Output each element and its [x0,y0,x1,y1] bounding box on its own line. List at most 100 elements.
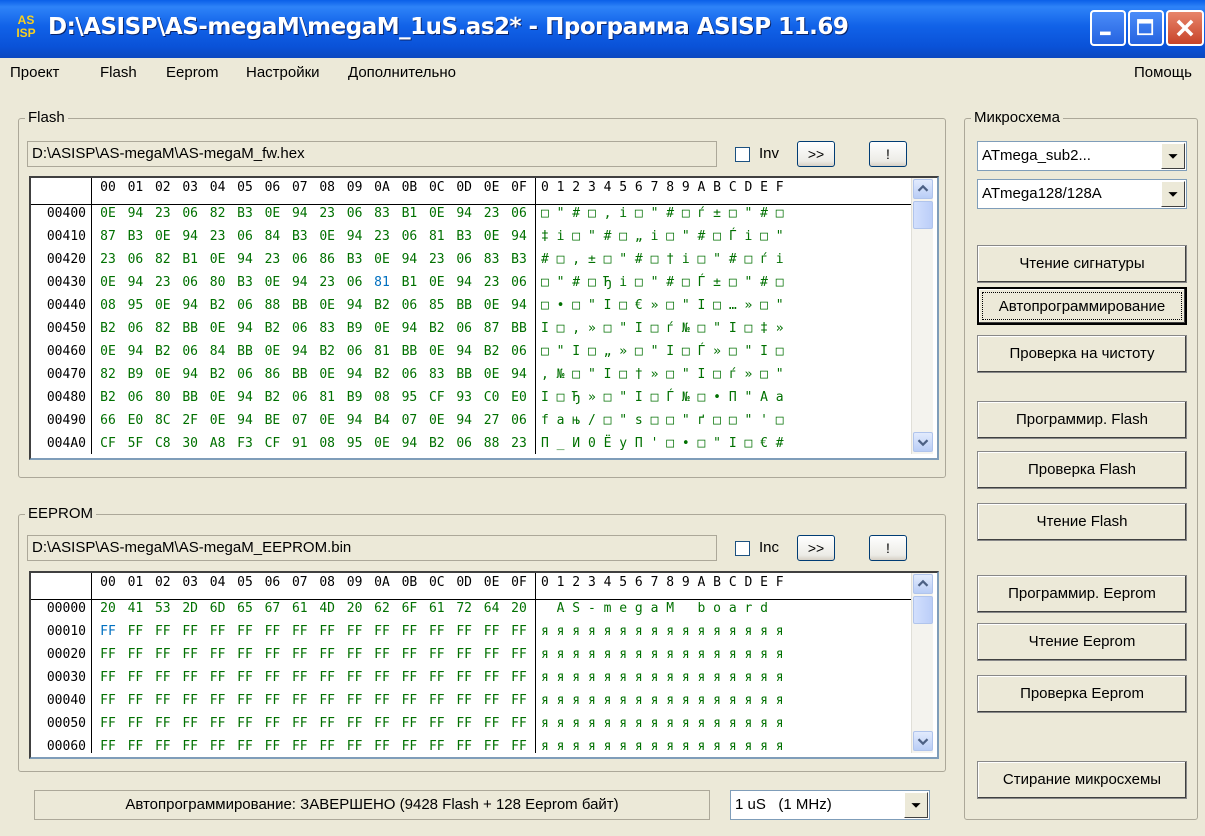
hex-byte[interactable]: 30 [177,436,203,451]
hex-byte[interactable]: FF [314,693,340,708]
hex-byte[interactable]: 94 [506,367,532,382]
hex-byte[interactable]: B2 [95,321,121,336]
hex-byte[interactable]: FF [287,716,313,731]
hex-byte[interactable]: FF [479,693,505,708]
hex-byte[interactable]: B4 [369,413,395,428]
hex-byte[interactable]: 23 [314,206,340,221]
hex-byte[interactable]: F3 [232,436,258,451]
hex-byte[interactable]: 87 [95,229,121,244]
hex-byte[interactable]: FF [177,739,203,754]
hex-byte[interactable]: B2 [369,298,395,313]
hex-byte[interactable]: 23 [150,275,176,290]
hex-byte[interactable]: 0E [95,275,121,290]
hex-byte[interactable]: 0E [205,252,231,267]
hex-byte[interactable]: FF [177,647,203,662]
hex-byte[interactable]: FF [232,647,258,662]
hex-byte[interactable]: 0E [150,298,176,313]
hex-byte[interactable]: CF [259,436,285,451]
hex-byte[interactable]: 23 [424,252,450,267]
speed-dropdown-button[interactable] [904,792,928,818]
hex-byte[interactable]: FF [396,624,422,639]
hex-byte[interactable]: 0E [424,413,450,428]
hex-byte[interactable]: 06 [451,321,477,336]
hex-byte[interactable]: 81 [369,275,395,290]
hex-byte[interactable]: FF [259,739,285,754]
hex-byte[interactable]: B2 [259,390,285,405]
hex-byte[interactable]: 94 [177,298,203,313]
minimize-button[interactable] [1090,10,1126,46]
hex-byte[interactable]: 27 [479,413,505,428]
hex-byte[interactable]: 94 [506,298,532,313]
hex-byte[interactable]: FF [259,624,285,639]
hex-byte[interactable]: 61 [424,601,450,616]
vertical-scrollbar[interactable] [911,178,933,454]
hex-byte[interactable]: FF [342,716,368,731]
flash-excl-button[interactable]: ! [869,141,907,167]
hex-byte[interactable]: 83 [314,321,340,336]
program-flash-button[interactable]: Программир. Flash [977,401,1187,439]
hex-byte[interactable]: B2 [205,367,231,382]
hex-byte[interactable]: 85 [424,298,450,313]
hex-byte[interactable]: FF [177,624,203,639]
hex-byte[interactable]: 94 [287,206,313,221]
hex-byte[interactable]: 88 [259,298,285,313]
hex-byte[interactable]: 0E [95,206,121,221]
hex-byte[interactable]: 81 [314,390,340,405]
hex-byte[interactable]: 23 [506,436,532,451]
hex-byte[interactable]: 82 [150,252,176,267]
hex-byte[interactable]: 94 [342,367,368,382]
verify-flash-button[interactable]: Проверка Flash [977,451,1187,489]
hex-byte[interactable]: FF [122,670,148,685]
hex-byte[interactable]: FF [150,647,176,662]
scroll-up-button[interactable] [913,179,933,199]
hex-byte[interactable]: 62 [369,601,395,616]
hex-byte[interactable]: 86 [259,367,285,382]
hex-byte[interactable]: FF [150,670,176,685]
hex-byte[interactable]: 0E [150,367,176,382]
hex-byte[interactable]: 06 [287,321,313,336]
hex-byte[interactable]: FF [369,739,395,754]
hex-byte[interactable]: FF [150,716,176,731]
hex-byte[interactable]: FF [287,624,313,639]
eeprom-hex-grid[interactable]: 00 01 02 03 04 05 06 07 08 09 0A 0B 0C 0D 0E 0F 0 1 2 3 … [29,571,939,759]
hex-byte[interactable]: 0E [150,229,176,244]
hex-byte[interactable]: 06 [122,390,148,405]
hex-byte[interactable]: B2 [369,367,395,382]
hex-byte[interactable]: FF [259,693,285,708]
hex-byte[interactable]: 88 [479,436,505,451]
hex-byte[interactable]: BB [451,298,477,313]
hex-byte[interactable]: FF [150,739,176,754]
read-eeprom-button[interactable]: Чтение Eeprom [977,623,1187,661]
hex-byte[interactable]: FF [369,624,395,639]
hex-byte[interactable]: B2 [150,344,176,359]
hex-byte[interactable]: 0E [259,344,285,359]
verify-eeprom-button[interactable]: Проверка Eeprom [977,675,1187,713]
hex-byte[interactable]: 06 [232,229,258,244]
hex-byte[interactable]: BB [451,367,477,382]
hex-byte[interactable]: FF [122,647,148,662]
hex-byte[interactable]: B3 [506,252,532,267]
hex-byte[interactable]: 84 [205,344,231,359]
hex-byte[interactable]: 08 [95,298,121,313]
hex-byte[interactable]: FF [424,670,450,685]
hex-byte[interactable]: 0E [369,321,395,336]
hex-byte[interactable]: 0E [314,229,340,244]
hex-byte[interactable]: 82 [205,206,231,221]
hex-byte[interactable]: FF [314,739,340,754]
hex-byte[interactable]: 23 [259,252,285,267]
hex-byte[interactable]: FF [342,670,368,685]
hex-byte[interactable]: FF [177,670,203,685]
hex-byte[interactable]: FF [396,739,422,754]
hex-byte[interactable]: 06 [122,252,148,267]
hex-byte[interactable]: B9 [342,390,368,405]
hex-byte[interactable]: FF [369,670,395,685]
hex-byte[interactable]: FF [506,693,532,708]
hex-byte[interactable]: FF [205,647,231,662]
hex-byte[interactable]: FF [369,716,395,731]
hex-byte[interactable]: 87 [479,321,505,336]
hex-byte[interactable]: E0 [506,390,532,405]
scroll-down-button[interactable] [913,731,933,751]
hex-byte[interactable]: 06 [506,206,532,221]
hex-byte[interactable]: BB [287,298,313,313]
hex-byte[interactable]: FF [369,693,395,708]
